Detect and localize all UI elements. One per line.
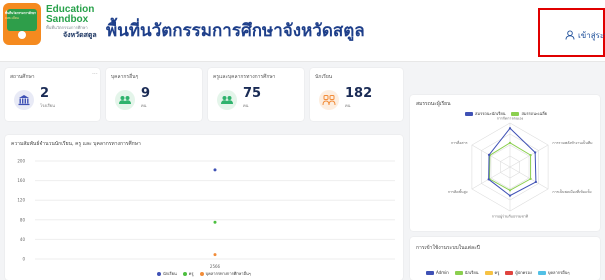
x-tick-label: 2566 <box>210 264 221 269</box>
radar-point <box>508 127 512 130</box>
usage-panel: การเข้าใช้งานระบบในแต่ละปี Admin นักเรียน… <box>410 237 600 280</box>
legend-marker <box>505 270 514 275</box>
stat-card-teachers: ครูและบุคลากรทางการศึกษา 75 คน <box>208 68 304 121</box>
radar-point <box>529 177 532 180</box>
legend-label[interactable]: บุคลากรทางการศึกษาอื่นๆ <box>206 270 251 277</box>
radar-point <box>487 178 490 181</box>
relation-chart-panel: ความสัมพันธ์จำนวนนักเรียน, ครู และ บุคลา… <box>5 135 403 280</box>
legend-marker <box>182 271 187 276</box>
radar-legend: สมรรถนะนักเรียน สมรรถนะเฉลี่ย <box>465 110 551 117</box>
competency-radar-panel: สมรรถนะผู้เรียน การจัดการตนเอง การรวมพลัง… <box>410 95 600 231</box>
legend-marker <box>454 270 463 275</box>
stat-card-other-staff: บุคลากรอื่นๆ 9 คน <box>106 68 202 121</box>
radar-point <box>508 141 512 144</box>
stat-unit: คน <box>345 103 351 108</box>
legend-marker <box>426 270 434 275</box>
stat-unit: คน <box>141 103 147 108</box>
legend-marker <box>465 111 473 116</box>
stat-title: สถานศึกษา <box>10 74 35 80</box>
legend-label[interactable]: นักเรียน <box>465 269 479 276</box>
logo-badge-line2: ลงทะเบียน <box>5 16 19 20</box>
stat-value: 9 <box>141 86 151 101</box>
login-label: เข้าสู่ระบบ <box>578 31 605 40</box>
legend-marker <box>199 271 204 276</box>
radar-axis-label: การเป็นพลเมืองที่เข้มแข็ง <box>552 188 591 194</box>
stat-card-schools: สถานศึกษา ··· 2 โรงเรียน <box>5 68 100 121</box>
login-button[interactable]: เข้าสู่ระบบ <box>538 8 605 57</box>
data-point <box>213 253 217 257</box>
stat-unit: โรงเรียน <box>40 103 55 108</box>
y-tick-label: 200 <box>17 159 25 164</box>
legend-label[interactable]: สมรรถนะเฉลี่ย <box>521 110 547 117</box>
logo-badge-line1: พื้นที่นวัตกรรมการศึกษา <box>5 11 37 15</box>
stat-value: 75 <box>243 86 262 101</box>
logo-title-line2: Sandbox <box>46 14 89 25</box>
stat-title: บุคลากรอื่นๆ <box>111 74 139 80</box>
radar-point <box>508 189 512 192</box>
logo-subtitle: พื้นที่นวัตกรรมการศึกษา <box>46 25 88 30</box>
y-tick-label: 120 <box>17 198 25 203</box>
legend-marker <box>511 111 520 116</box>
legend-label[interactable]: บุคลากรอื่นๆ <box>548 269 570 276</box>
usage-title: การเข้าใช้งานระบบในแต่ละปี <box>416 245 480 251</box>
more-icon[interactable]: ··· <box>92 71 98 78</box>
radar-axis-label: การอยู่ร่วมกับธรรมชาติ <box>492 215 529 219</box>
school-icon <box>14 90 34 110</box>
y-tick-label: 0 <box>22 257 25 262</box>
stat-title: ครูและบุคลากรทางการศึกษา <box>213 74 276 80</box>
legend-label[interactable]: ครู <box>189 270 194 277</box>
radar-point <box>534 151 537 154</box>
page-title: พื้นที่นวัตกรรมการศึกษาจังหวัดสตูล <box>106 21 365 41</box>
legend-label[interactable]: ครู <box>495 269 500 276</box>
education-sandbox-logo[interactable]: พื้นที่นวัตกรรมการศึกษา ลงทะเบียน Educat… <box>3 3 101 45</box>
stat-title: นักเรียน <box>315 74 333 80</box>
stat-value: 182 <box>345 86 373 101</box>
user-icon <box>565 30 575 40</box>
stat-card-students: นักเรียน 182 คน <box>310 68 403 121</box>
stat-unit: คน <box>243 103 249 108</box>
users-icon <box>115 90 135 110</box>
legend-marker <box>157 271 161 276</box>
y-tick-label: 40 <box>20 237 26 242</box>
logo-badge: พื้นที่นวัตกรรมการศึกษา ลงทะเบียน <box>3 3 41 45</box>
legend-marker <box>484 270 493 275</box>
radar-point <box>534 180 538 184</box>
users-icon <box>217 90 237 110</box>
data-point <box>213 220 217 224</box>
data-point <box>213 168 217 172</box>
logo-province: จังหวัดสตูล <box>63 31 97 39</box>
relation-chart: 0 40 80 120 160 200 2566 <box>17 159 395 269</box>
legend-label[interactable]: สมรรถนะนักเรียน <box>475 110 505 117</box>
radar-axis-label: การรวมพลังทำงานเป็นทีม <box>552 139 593 145</box>
radar-axis-label: การสื่อสาร <box>451 140 468 145</box>
legend-label[interactable]: ผู้ปกครอง <box>515 269 531 276</box>
y-tick-label: 80 <box>20 217 26 222</box>
radar-point <box>487 153 491 156</box>
students-icon <box>319 90 339 110</box>
location-pin-icon <box>18 31 26 39</box>
radar-axis-label: การจัดการตนเอง <box>497 117 524 121</box>
radar-point <box>508 194 512 197</box>
legend-marker <box>537 270 546 275</box>
legend-label[interactable]: นักเรียน <box>163 270 177 277</box>
y-tick-label: 160 <box>17 178 25 183</box>
radar-axis-label: การคิดขั้นสูง <box>448 189 468 194</box>
legend-label[interactable]: Admin <box>436 270 449 275</box>
relation-chart-legend: นักเรียน ครู บุคลากรทางการศึกษาอื่นๆ <box>157 270 255 277</box>
top-header: พื้นที่นวัตกรรมการศึกษา ลงทะเบียน Educat… <box>0 0 605 62</box>
usage-legend: Admin นักเรียน ครู ผู้ปกครอง บุคลากรอื่นๆ <box>426 269 574 276</box>
radar-point <box>529 154 532 157</box>
stat-value: 2 <box>40 86 50 101</box>
